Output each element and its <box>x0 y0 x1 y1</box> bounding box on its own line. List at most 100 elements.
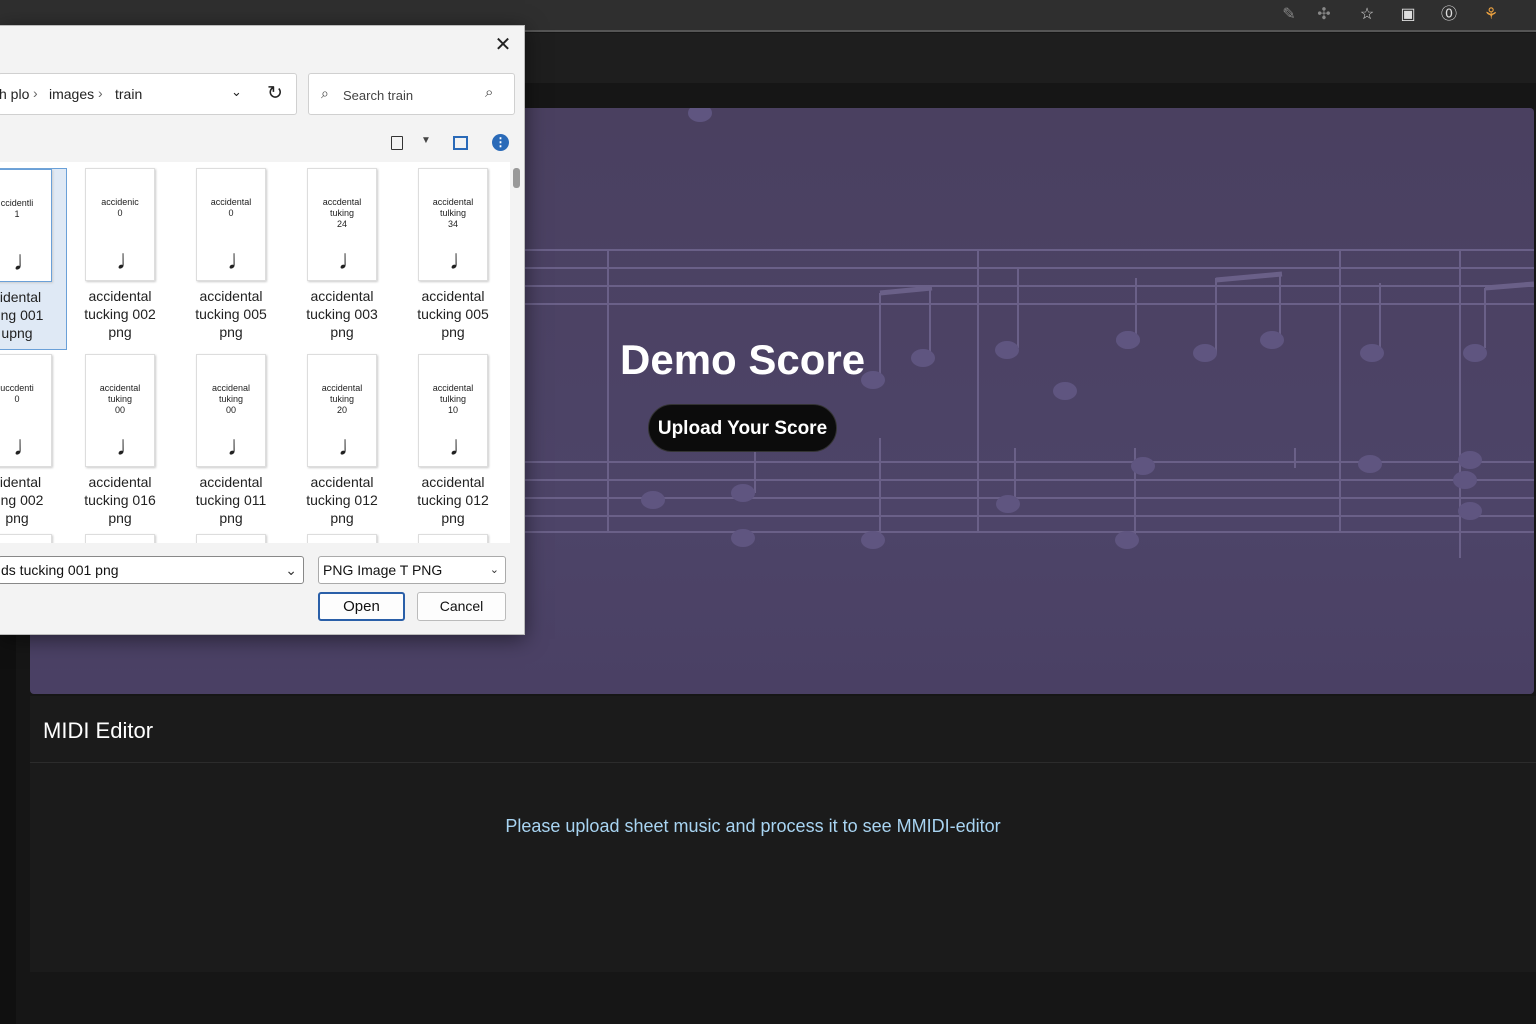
file-item[interactable]: accidentaltulking34♩accidentaltucking 00… <box>403 168 503 341</box>
file-name-line: tucking 005 <box>403 305 503 323</box>
file-item[interactable]: accidenaltuking00 ♩ accidentaltucking 011p… <box>181 354 281 527</box>
file-name-line: accidental <box>70 287 170 305</box>
quarter-note-icon: ♩ <box>449 432 477 460</box>
thumbnail-text: 0 <box>0 394 51 405</box>
quarter-note-icon: ♩ <box>227 432 255 460</box>
file-name-line: png <box>292 509 392 527</box>
extension-icon[interactable]: ✎ <box>1278 4 1300 26</box>
close-icon[interactable]: ✕ <box>490 32 516 56</box>
file-thumbnail[interactable] <box>307 534 377 543</box>
thumbnail-text: tuking <box>197 394 265 405</box>
file-item[interactable]: accidentaltulking10♩accidentaltucking 01… <box>403 354 503 527</box>
file-thumbnail: accidentaltulking34♩ <box>418 168 488 281</box>
preview-pane-icon[interactable] <box>453 136 468 150</box>
file-name-line: accidental <box>181 473 281 491</box>
file-name-line: accidental <box>292 287 392 305</box>
file-name-line: png <box>181 509 281 527</box>
thumbnail-text: accidenic <box>86 197 154 208</box>
file-open-dialog: ✕ h plo › images › train ⌄ ↻ ⌕ Search tr… <box>0 25 525 635</box>
file-thumbnail: accidenic0 ♩ <box>85 168 155 281</box>
file-name-line: png <box>181 323 281 341</box>
thumbnail-text: 34 <box>419 219 487 230</box>
quarter-note-icon: ♩ <box>116 432 144 460</box>
star-icon[interactable]: ☆ <box>1356 4 1378 26</box>
search-input[interactable]: Search train <box>343 88 413 103</box>
thumbnail-text: 00 <box>197 405 265 416</box>
thumbnail-text: accidenal <box>197 383 265 394</box>
file-thumbnail[interactable] <box>0 534 52 543</box>
file-thumbnail: accidentaltuking00 ♩ <box>85 354 155 467</box>
screenshot-icon[interactable]: ▣ <box>1397 4 1419 26</box>
file-name-line: tucking 005 <box>181 305 281 323</box>
search-box[interactable]: ⌕ Search train ⌕ <box>308 73 515 115</box>
puzzle-icon[interactable]: ✣ <box>1313 4 1335 26</box>
view-mode-icon[interactable] <box>391 136 403 150</box>
chevron-down-icon[interactable]: ⌄ <box>285 557 297 583</box>
upload-score-button[interactable]: Upload Your Score <box>648 404 837 452</box>
file-name-line: png <box>70 509 170 527</box>
file-grid: ccidentli1♩cidentalking 001upngaccidenic… <box>0 162 510 543</box>
quarter-note-icon: ♩ <box>13 432 41 460</box>
file-thumbnail[interactable] <box>196 534 266 543</box>
caret-down-icon[interactable]: ▼ <box>421 135 431 146</box>
file-name-line: accidental <box>181 287 281 305</box>
file-item[interactable]: accdentaltuking24♩accidentaltucking 003p… <box>292 168 392 341</box>
file-thumbnail: accdentaltuking24♩ <box>307 168 377 281</box>
file-name-line: tucking 012 <box>403 491 503 509</box>
file-item[interactable]: ccidentli1♩cidentalking 001upng <box>0 168 67 350</box>
profile-icon[interactable]: ⚘ <box>1480 4 1502 26</box>
file-thumbnail[interactable] <box>418 534 488 543</box>
search-submit-icon[interactable]: ⌕ <box>485 84 493 101</box>
quarter-note-icon: ♩ <box>116 246 144 274</box>
thumbnail-text: 24 <box>308 219 376 230</box>
file-name-line: tucking 012 <box>292 491 392 509</box>
view-toolbar: ▼ ⋮ <box>0 126 525 162</box>
file-thumbnail: accidentaltuking20♩ <box>307 354 377 467</box>
file-name-line: cidental <box>0 288 66 306</box>
thumbnail-text: 1 <box>0 209 51 220</box>
breadcrumb-item[interactable]: images <box>49 86 94 102</box>
refresh-icon[interactable]: ↻ <box>267 82 283 105</box>
thumbnail-text: 10 <box>419 405 487 416</box>
file-name-line: tucking 011 <box>181 491 281 509</box>
file-type-value: PNG Image T PNG <box>323 562 442 578</box>
file-name-line: png <box>70 323 170 341</box>
file-item[interactable]: uccdenti0♩cidentalking 002png <box>0 354 67 527</box>
thumbnail-text: accidental <box>86 383 154 394</box>
file-name-line: cidental <box>0 473 67 491</box>
thumbnail-text: accidental <box>419 197 487 208</box>
media-icon[interactable]: ⓪ <box>1438 4 1460 26</box>
thumbnail-text: tuking <box>86 394 154 405</box>
scrollbar-thumb[interactable] <box>513 168 520 188</box>
file-thumbnail: accidental0♩ <box>196 168 266 281</box>
file-name-line: png <box>403 509 503 527</box>
file-name-line: tucking 003 <box>292 305 392 323</box>
midi-editor-title: MIDI Editor <box>43 718 153 744</box>
more-options-icon[interactable]: ⋮ <box>492 134 509 151</box>
cancel-button[interactable]: Cancel <box>417 592 506 621</box>
file-name-line: tucking 002 <box>70 305 170 323</box>
thumbnail-text: tuking <box>308 208 376 219</box>
file-item[interactable]: accidentaltuking20♩accidentaltucking 012… <box>292 354 392 527</box>
chevron-down-icon: ⌄ <box>490 557 499 583</box>
chevron-right-icon: › <box>33 85 38 101</box>
breadcrumb-item[interactable]: train <box>115 86 142 102</box>
open-button[interactable]: Open <box>318 592 405 621</box>
file-type-select[interactable]: PNG Image T PNG ⌄ <box>318 556 506 584</box>
thumbnail-text: 0 <box>86 208 154 219</box>
file-thumbnail[interactable] <box>85 534 155 543</box>
breadcrumb-item[interactable]: h plo <box>0 86 29 102</box>
filename-input[interactable]: ds tucking 001 png ⌄ <box>0 556 304 584</box>
file-item[interactable]: accidental0♩ accidentaltucking 005png <box>181 168 281 341</box>
address-bar[interactable]: h plo › images › train ⌄ ↻ <box>0 73 297 115</box>
file-name-line: tucking 016 <box>70 491 170 509</box>
file-item[interactable]: accidentaltuking00♩accidentaltucking 016… <box>70 354 170 527</box>
search-icon: ⌕ <box>321 85 329 102</box>
chevron-down-icon[interactable]: ⌄ <box>231 84 242 100</box>
file-name-line: accidental <box>403 287 503 305</box>
file-item[interactable]: accidenic0 ♩ accidentaltucking 002png <box>70 168 170 341</box>
file-name-line: accidental <box>70 473 170 491</box>
quarter-note-icon: ♩ <box>13 247 41 275</box>
thumbnail-text: 00 <box>86 405 154 416</box>
thumbnail-text: tulking <box>419 394 487 405</box>
